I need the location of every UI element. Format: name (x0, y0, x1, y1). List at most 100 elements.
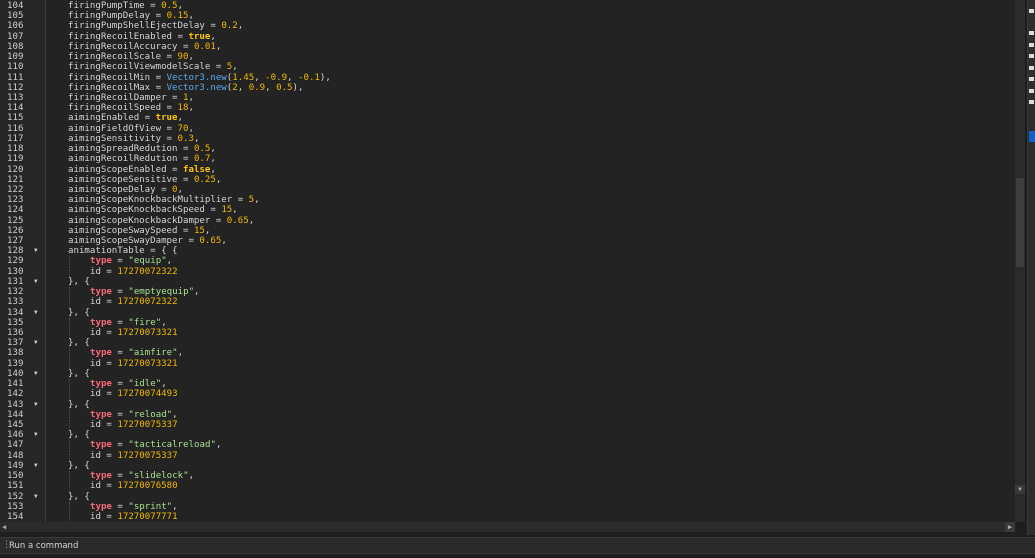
token-text: firingRecoilScale = (68, 52, 178, 63)
token-num: 1.45 (232, 72, 255, 83)
chevron-down-icon[interactable]: ▼ (34, 308, 38, 318)
tree-item-icon[interactable] (1029, 77, 1034, 81)
token-num: 0.65 (199, 236, 222, 247)
code-text: type = "tacticalreload", (90, 440, 221, 450)
scroll-down-arrow-icon[interactable]: ▼ (1015, 485, 1025, 494)
indent-guide (69, 389, 70, 400)
token-num: 17270075337 (117, 419, 178, 430)
horizontal-scrollbar[interactable]: ◀ (0, 522, 1015, 532)
command-input[interactable] (9, 538, 1029, 553)
indent-guide (69, 287, 70, 298)
code-text: }, { (68, 277, 90, 287)
line-number: 106 (7, 21, 24, 32)
code-text: type = "idle", (90, 379, 167, 389)
line-number: 130 (7, 266, 24, 277)
line-number: 109 (7, 52, 24, 63)
indent-guide (69, 419, 70, 431)
token-num: 70 (177, 123, 189, 134)
code-text: aimingScopeEnabled = false, (68, 165, 216, 175)
line-number: 127 (7, 236, 24, 247)
token-cls: Vector3.new (166, 72, 227, 83)
code-editor[interactable]: 104 firingPumpTime = 0.5, 105 firingPumpDel… (0, 0, 1015, 522)
line-number: 119 (7, 154, 24, 165)
line-number: 147 (7, 440, 24, 451)
line-number: 124 (7, 205, 24, 216)
chevron-down-icon[interactable]: ▼ (34, 338, 38, 348)
tree-item-icon[interactable] (1029, 100, 1034, 104)
token-num: 0.15 (166, 11, 189, 22)
tree-item-icon[interactable] (1029, 31, 1034, 35)
token-text: aimingScopeKnockbackSpeed = (68, 205, 222, 216)
code-text: id = 17270072322 (90, 297, 178, 307)
chevron-down-icon[interactable]: ▼ (34, 246, 38, 256)
line-number: 117 (7, 133, 24, 144)
line-number: 151 (7, 481, 24, 492)
token-num: 0.2 (221, 21, 238, 32)
side-panel[interactable] (1027, 0, 1035, 535)
tree-item-icon[interactable] (1029, 66, 1034, 70)
line-number: 112 (7, 82, 24, 93)
selected-tree-item[interactable] (1029, 131, 1035, 142)
token-text: , (177, 348, 184, 359)
token-text: , (177, 1, 183, 11)
line-number: 126 (7, 225, 24, 236)
token-text: , (215, 440, 222, 451)
chevron-down-icon[interactable]: ▼ (34, 461, 38, 471)
tree-item-icon[interactable] (1029, 43, 1034, 47)
token-text: , (194, 287, 200, 298)
token-num: 17270076580 (117, 481, 178, 492)
chevron-down-icon[interactable]: ▼ (34, 277, 38, 287)
scroll-right-arrow-icon[interactable]: ▶ (1005, 522, 1015, 532)
token-num: 18 (177, 103, 189, 114)
token-text: , (188, 52, 194, 63)
line-number: 125 (7, 215, 24, 226)
code-text: }, { (68, 369, 90, 379)
line-number: 153 (7, 501, 24, 512)
vertical-scrollbar[interactable] (1015, 0, 1025, 522)
token-text: , (188, 123, 194, 134)
chevron-down-icon[interactable]: ▼ (34, 400, 38, 410)
indent-guide (69, 440, 70, 451)
code-text: firingRecoilAccuracy = 0.01, (68, 42, 221, 52)
token-num: 0.01 (193, 41, 216, 52)
scroll-left-arrow-icon[interactable]: ◀ (2, 522, 6, 532)
indent-guide (69, 266, 70, 277)
indent-guide (69, 358, 70, 369)
token-text: , (232, 62, 238, 73)
token-num: 0.25 (193, 174, 216, 185)
token-text: , (188, 11, 194, 22)
token-str: "sprint" (128, 501, 173, 512)
chevron-down-icon[interactable]: ▼ (34, 492, 38, 502)
chevron-down-icon[interactable]: ▼ (34, 430, 38, 440)
line-number: 140 (7, 368, 24, 379)
token-num: 17270072322 (117, 266, 178, 277)
tree-item-icon[interactable] (1029, 9, 1034, 13)
line-number: 118 (7, 144, 24, 155)
token-text: animationTable = { { (68, 246, 178, 257)
token-str: "tacticalreload" (128, 440, 216, 451)
token-text: }, { (68, 368, 90, 379)
code-text: id = 17270073321 (90, 359, 178, 369)
token-str: "reload" (128, 409, 173, 420)
code-text: type = "reload", (90, 410, 178, 420)
token-text: , (221, 236, 227, 247)
code-text: firingRecoilMin = Vector3.new(1.45, -0.9… (68, 73, 331, 83)
indent-guide (69, 256, 70, 267)
token-bool: true (188, 31, 211, 42)
line-number: 132 (7, 287, 24, 298)
scrollbar-thumb[interactable] (1016, 178, 1024, 267)
code-text: firingRecoilScale = 90, (68, 52, 194, 62)
tree-item-icon[interactable] (1029, 89, 1034, 93)
line-number: 134 (7, 307, 24, 318)
token-text: id = (90, 328, 118, 338)
token-num: 17270073321 (117, 328, 178, 338)
token-text: , (265, 82, 277, 93)
tree-item-icon[interactable] (1029, 54, 1034, 58)
token-text: firingRecoilAccuracy = (68, 41, 194, 52)
chevron-down-icon[interactable]: ▼ (34, 369, 38, 379)
code-text: firingRecoilEnabled = true, (68, 32, 216, 42)
token-num: 15 (193, 225, 205, 236)
code-text: type = "sprint", (90, 502, 178, 512)
token-bool: true (155, 113, 178, 124)
token-text: aimingScopeSwayDamper = (68, 236, 200, 247)
